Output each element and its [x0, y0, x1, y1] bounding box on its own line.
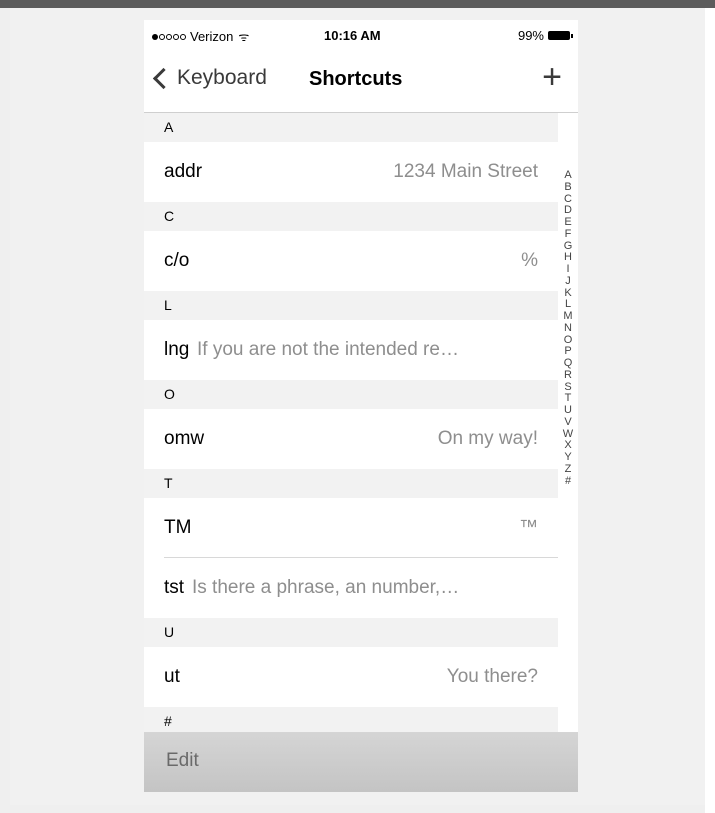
shortcut-row[interactable]: addr 1234 Main Street [144, 142, 558, 202]
index-letter[interactable]: A [564, 169, 571, 182]
shortcut-text: ut [164, 666, 180, 687]
phrase-text: If you are not the intended re… [197, 339, 459, 360]
section-header: L [144, 291, 558, 320]
status-right: 99% [517, 28, 573, 43]
shortcut-row[interactable]: lng If you are not the intended re… [144, 320, 558, 380]
phrase-text: ™ [519, 517, 538, 538]
page-title: Shortcuts [309, 68, 403, 90]
index-letter[interactable]: U [564, 404, 572, 417]
shortcut-row[interactable]: tst Is there a phrase, an number,… [144, 558, 558, 618]
section-header: T [144, 469, 558, 498]
shortcut-list: Aaddr 1234 Main Street Cc/o% Llng If you are… [144, 113, 558, 736]
signal-dot-empty [180, 33, 186, 40]
phrase-text: On my way! [437, 428, 538, 449]
top-strip [0, 0, 715, 8]
shortcut-text: tst [164, 577, 185, 598]
battery-icon [548, 31, 573, 40]
section-header: O [144, 380, 558, 409]
section-header: A [144, 113, 558, 142]
section-header: U [144, 618, 558, 647]
shortcut-text: addr [164, 161, 203, 182]
phrase-text: Is there a phrase, an number,… [192, 577, 460, 598]
index-letter[interactable]: B [564, 181, 571, 194]
carrier-name: Verizon [190, 29, 234, 44]
phrase-text: 1234 Main Street [393, 161, 538, 182]
right-border [705, 8, 715, 813]
chevron-left-icon [152, 67, 175, 89]
signal-dot-empty [159, 33, 165, 40]
signal-dots-icon [152, 33, 158, 40]
shortcut-row[interactable]: TM ™ [144, 498, 558, 558]
index-letter[interactable]: V [564, 416, 571, 429]
phrase-text: You there? [446, 666, 538, 687]
battery-percent: 99% [517, 28, 544, 43]
shortcut-text: TM [164, 517, 192, 538]
index-letter[interactable]: J [565, 275, 571, 288]
section-header: C [144, 202, 558, 231]
wifi-icon: ᯤ [238, 30, 250, 44]
shortcut-text: lng [164, 339, 190, 360]
index-letter[interactable]: Q [564, 357, 573, 370]
phrase-text: % [521, 250, 538, 271]
shortcut-row[interactable]: ut You there? [144, 647, 558, 707]
index-letter[interactable]: I [566, 263, 569, 276]
index-letter[interactable]: N [564, 322, 572, 335]
status-bar: Verizon ᯤ 10:16 AM 99% [144, 20, 578, 50]
back-label: Keyboard [177, 66, 267, 89]
shortcut-row[interactable]: omw On my way! [144, 409, 558, 469]
phone-screen: Verizon ᯤ 10:16 AM 99% Keyboard Shortcut… [144, 20, 578, 792]
bottom-toolbar: Edit [144, 732, 578, 792]
index-letter[interactable]: Y [564, 451, 571, 464]
index-letter[interactable]: Z [565, 463, 572, 476]
status-time: 10:16 AM [324, 28, 381, 43]
signal-dot-empty [166, 33, 172, 40]
signal-dot-empty [173, 33, 179, 40]
shortcut-text: omw [164, 428, 205, 449]
shortcut-text: c/o [164, 250, 190, 271]
index-letter[interactable]: F [565, 228, 572, 241]
index-letter[interactable]: R [564, 369, 572, 382]
shortcut-row[interactable]: c/o% [144, 231, 558, 291]
status-left: Verizon ᯤ [152, 28, 249, 45]
section-index[interactable]: A B C D E F G H I J K L M N O P Q R S T U V W X Y Z # [558, 169, 578, 488]
index-letter[interactable]: M [563, 310, 572, 323]
index-letter[interactable]: # [565, 475, 571, 488]
edit-button[interactable]: Edit [166, 750, 199, 772]
index-letter[interactable]: E [564, 216, 571, 229]
back-button[interactable]: Keyboard [152, 66, 267, 90]
navigation-bar: Keyboard Shortcuts + [144, 50, 578, 113]
plus-icon[interactable]: + [542, 58, 562, 97]
